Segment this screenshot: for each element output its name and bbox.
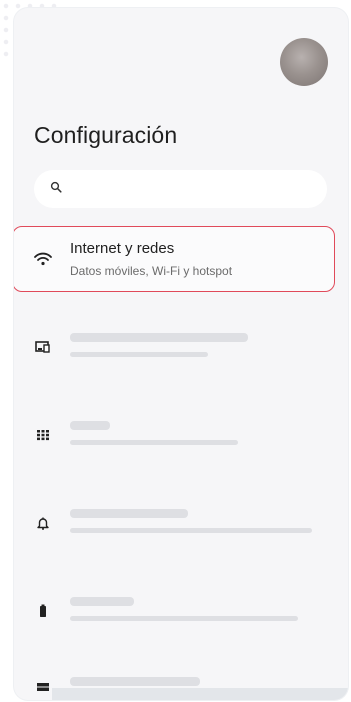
- search-icon: [50, 180, 62, 198]
- avatar[interactable]: [280, 38, 328, 86]
- skeleton-line: [70, 616, 298, 621]
- settings-item-title: Internet y redes: [70, 240, 175, 257]
- settings-item-internet[interactable]: [14, 226, 335, 292]
- skeleton-line: [70, 509, 188, 518]
- devices-icon: [34, 338, 52, 356]
- settings-item-subtitle: Datos móviles, Wi-Fi y hotspot: [70, 264, 233, 278]
- battery-icon: [34, 602, 52, 620]
- apps-grid-icon: [34, 426, 52, 444]
- skeleton-line: [70, 352, 208, 357]
- wifi-icon: [34, 250, 52, 268]
- settings-item-loading[interactable]: [14, 498, 348, 558]
- search-bar[interactable]: [34, 170, 327, 208]
- skeleton-line: [70, 677, 200, 686]
- skeleton-line: [70, 597, 134, 606]
- settings-item-loading[interactable]: [14, 322, 348, 382]
- bottom-edge-bar: [52, 688, 348, 700]
- skeleton-line: [70, 440, 238, 445]
- page-title: Configuración: [34, 122, 178, 148]
- settings-item-loading[interactable]: [14, 410, 348, 470]
- skeleton-line: [70, 421, 110, 430]
- storage-icon: [34, 678, 52, 696]
- settings-screen: Configuración Internet y redes Datos móv…: [14, 8, 348, 700]
- bell-icon: [34, 514, 52, 532]
- settings-item-loading[interactable]: [14, 586, 348, 646]
- skeleton-line: [70, 528, 312, 533]
- skeleton-line: [70, 333, 248, 342]
- search-input[interactable]: [70, 180, 294, 198]
